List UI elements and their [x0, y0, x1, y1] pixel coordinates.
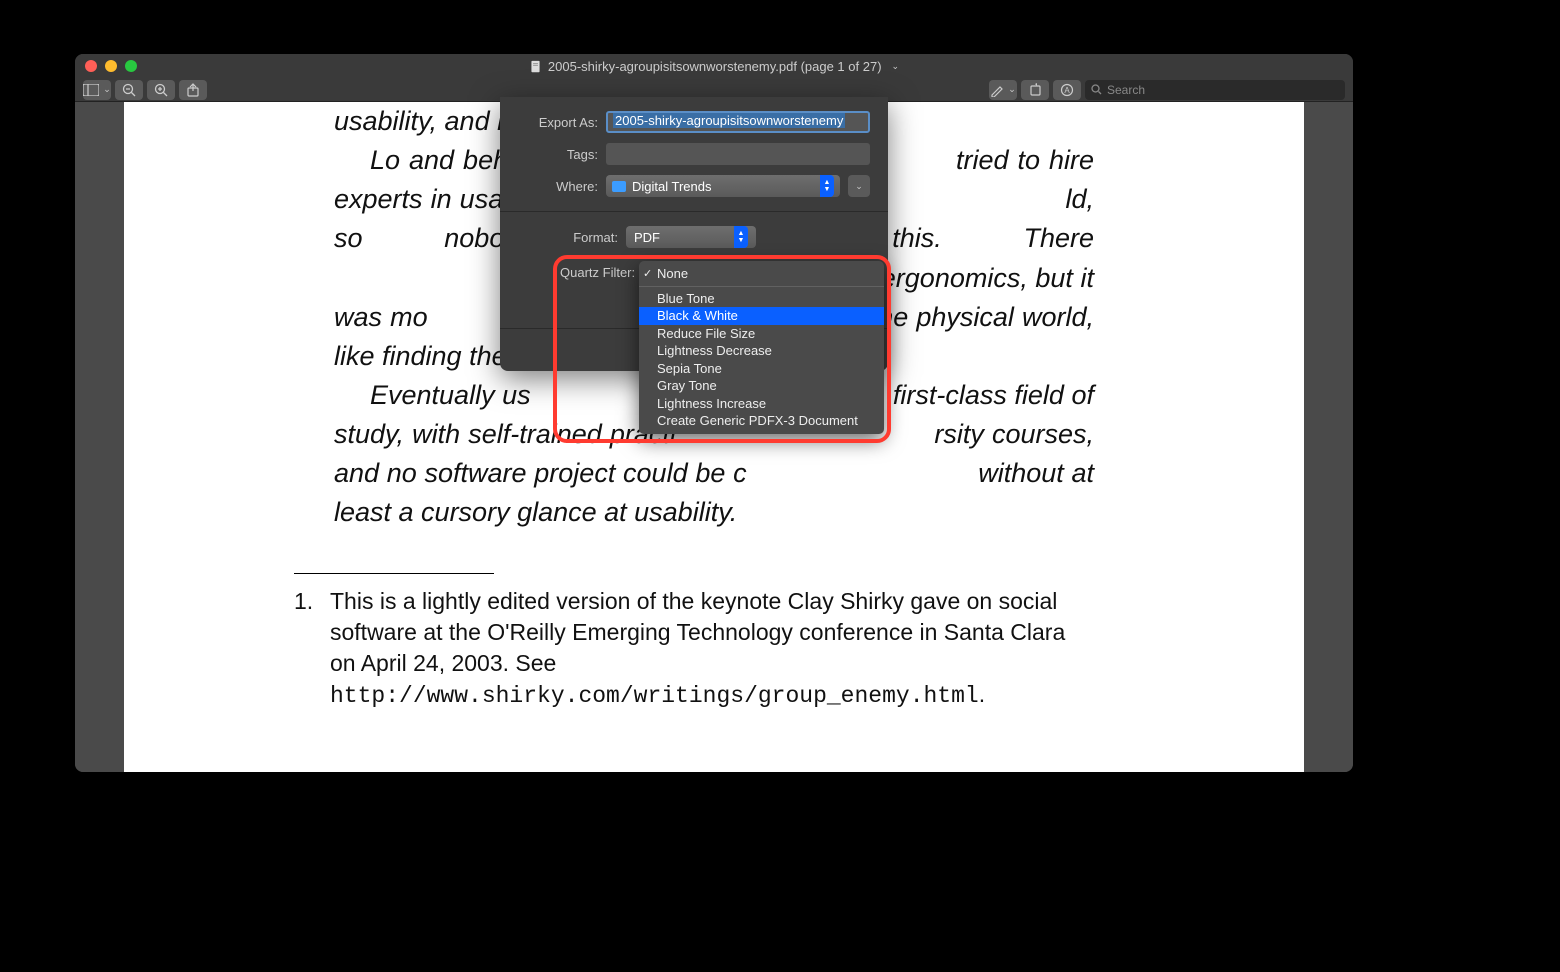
chevron-down-icon: ⌄ — [103, 84, 111, 95]
footnote-body: This is a lightly edited version of the … — [330, 586, 1094, 712]
window-title: 2005-shirky-agroupisitsownworstenemy.pdf… — [75, 59, 1353, 74]
quartz-filter-label: Quartz Filter: — [560, 265, 635, 280]
title-dropdown-chevron-icon[interactable]: ⌄ — [892, 61, 900, 72]
footnote-number: 1. — [294, 586, 316, 712]
chevron-down-icon: ⌄ — [1008, 84, 1016, 95]
body-text: Eventually us — [370, 380, 531, 410]
sidebar-toggle-button[interactable]: ⌄ — [83, 80, 111, 100]
option-label: Create Generic PDFX-3 Document — [657, 413, 858, 428]
search-field[interactable]: Search — [1085, 80, 1345, 100]
tags-input[interactable] — [606, 143, 870, 165]
format-label: Format: — [518, 230, 618, 245]
zoom-out-button[interactable] — [115, 80, 143, 100]
where-value: Digital Trends — [632, 179, 711, 194]
quartz-option-pdfx3[interactable]: Create Generic PDFX-3 Document — [639, 412, 884, 430]
sidebar-icon — [83, 84, 99, 96]
highlight-button[interactable]: A — [1053, 80, 1081, 100]
zoom-in-icon — [154, 83, 168, 97]
traffic-lights — [75, 60, 137, 72]
titlebar: 2005-shirky-agroupisitsownworstenemy.pdf… — [75, 54, 1353, 78]
close-window-button[interactable] — [85, 60, 97, 72]
quartz-option-gray-tone[interactable]: Gray Tone — [639, 377, 884, 395]
option-label: Black & White — [657, 308, 738, 323]
option-label: Reduce File Size — [657, 326, 755, 341]
quartz-option-lightness-decrease[interactable]: Lightness Decrease — [639, 342, 884, 360]
option-label: None — [657, 266, 688, 281]
select-stepper-icon: ▲▼ — [734, 226, 748, 248]
svg-text:A: A — [1064, 86, 1070, 95]
window-title-text: 2005-shirky-agroupisitsownworstenemy.pdf… — [548, 59, 882, 74]
quartz-option-reduce-file-size[interactable]: Reduce File Size — [639, 325, 884, 343]
minimize-window-button[interactable] — [105, 60, 117, 72]
format-select[interactable]: PDF ▲▼ — [626, 226, 756, 248]
where-location-select[interactable]: Digital Trends ▲▼ — [606, 175, 840, 197]
filename-selected-text: 2005-shirky-agroupisitsownworstenemy — [613, 113, 845, 128]
select-stepper-icon: ▲▼ — [820, 175, 834, 197]
expand-location-button[interactable]: ⌄ — [848, 175, 870, 197]
share-button[interactable] — [179, 80, 207, 100]
export-as-label: Export As: — [518, 115, 598, 130]
footnote: 1. This is a lightly edited version of t… — [294, 586, 1094, 712]
option-label: Lightness Decrease — [657, 343, 772, 358]
quartz-option-none[interactable]: None — [639, 265, 884, 283]
zoom-in-button[interactable] — [147, 80, 175, 100]
chevron-down-icon: ⌄ — [855, 181, 863, 192]
quartz-option-blue-tone[interactable]: Blue Tone — [639, 290, 884, 308]
option-label: Gray Tone — [657, 378, 717, 393]
share-icon — [187, 83, 199, 97]
quartz-option-lightness-increase[interactable]: Lightness Increase — [639, 395, 884, 413]
zoom-out-icon — [122, 83, 136, 97]
marker-icon: A — [1060, 83, 1074, 97]
dropdown-separator — [639, 286, 884, 287]
footnote-divider — [294, 573, 494, 574]
rotate-icon — [1029, 83, 1042, 96]
export-filename-input[interactable]: 2005-shirky-agroupisitsownworstenemy — [606, 111, 870, 133]
document-icon — [529, 60, 542, 73]
folder-icon — [612, 181, 626, 192]
quartz-option-sepia-tone[interactable]: Sepia Tone — [639, 360, 884, 378]
option-label: Blue Tone — [657, 291, 715, 306]
fullscreen-window-button[interactable] — [125, 60, 137, 72]
quartz-option-black-white[interactable]: Black & White — [639, 307, 884, 325]
pencil-icon — [990, 83, 1004, 97]
rotate-button[interactable] — [1021, 80, 1049, 100]
where-label: Where: — [518, 179, 598, 194]
search-placeholder: Search — [1107, 83, 1145, 97]
footnote-text: This is a lightly edited version of the … — [330, 588, 1065, 676]
format-value: PDF — [634, 230, 660, 245]
tags-label: Tags: — [518, 147, 598, 162]
option-label: Sepia Tone — [657, 361, 722, 376]
quartz-filter-dropdown: None Blue Tone Black & White Reduce File… — [639, 261, 884, 434]
option-label: Lightness Increase — [657, 396, 766, 411]
markup-button[interactable]: ⌄ — [989, 80, 1017, 100]
search-icon — [1091, 84, 1102, 95]
footnote-url: http://www.shirky.com/writings/group_ene… — [330, 683, 979, 709]
